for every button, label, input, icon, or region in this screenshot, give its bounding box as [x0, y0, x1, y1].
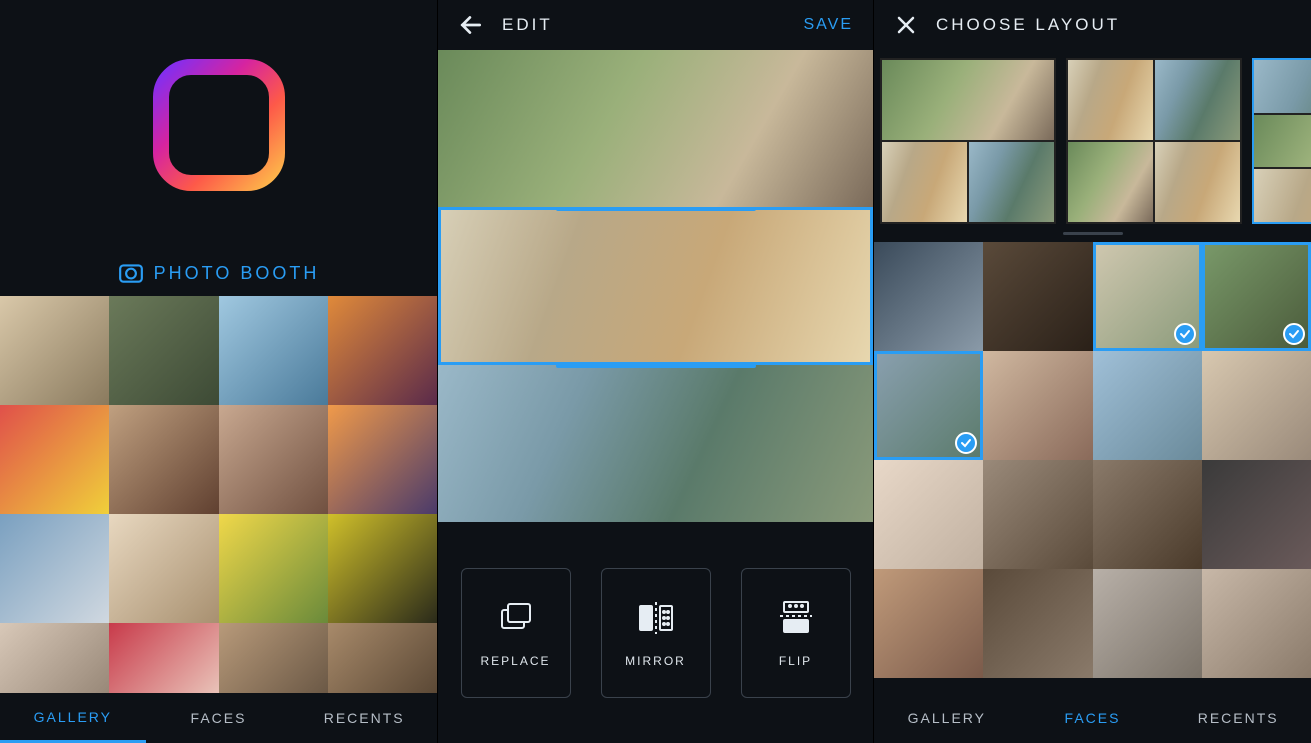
mirror-button[interactable]: MIRROR — [601, 568, 711, 698]
gallery-thumb[interactable] — [0, 405, 109, 514]
layout-app-logo-icon — [149, 55, 289, 195]
faces-thumb[interactable] — [1202, 460, 1311, 569]
faces-thumb[interactable] — [874, 242, 983, 351]
photo-booth-label: PHOTO BOOTH — [154, 263, 320, 284]
tab-gallery-3[interactable]: GALLERY — [874, 693, 1020, 743]
edit-tools: REPLACE MIRROR FLIP — [438, 522, 873, 743]
collage-strip[interactable] — [438, 50, 873, 207]
faces-thumb[interactable] — [1202, 242, 1311, 351]
selected-check-icon — [1283, 323, 1305, 345]
collage-strip[interactable] — [438, 207, 873, 364]
faces-thumb[interactable] — [1093, 460, 1202, 569]
tab-recents[interactable]: RECENTS — [291, 693, 437, 743]
gallery-thumb[interactable] — [219, 514, 328, 623]
mirror-icon — [636, 598, 676, 638]
save-button[interactable]: SAVE — [804, 16, 854, 34]
tab-faces-3[interactable]: FACES — [1020, 693, 1166, 743]
faces-thumb[interactable] — [1202, 569, 1311, 678]
layout-option[interactable] — [1252, 58, 1311, 224]
faces-thumb[interactable] — [874, 569, 983, 678]
panel-home: PHOTO BOOTH GALLERY FACES RECENTS — [0, 0, 437, 743]
gallery-thumb[interactable] — [328, 514, 437, 623]
tab-faces[interactable]: FACES — [146, 693, 292, 743]
layout-title: CHOOSE LAYOUT — [936, 15, 1120, 35]
gallery-thumb[interactable] — [219, 623, 328, 693]
gallery-thumb[interactable] — [219, 405, 328, 514]
faces-thumb[interactable] — [874, 351, 983, 460]
gallery-thumb[interactable] — [328, 296, 437, 405]
close-icon[interactable] — [894, 13, 918, 37]
layout-option[interactable] — [880, 58, 1056, 224]
flip-icon — [776, 598, 816, 638]
gallery-thumb[interactable] — [109, 296, 218, 405]
edit-title: EDIT — [502, 15, 786, 35]
faces-thumb[interactable] — [1093, 569, 1202, 678]
selected-check-icon — [955, 432, 977, 454]
faces-thumb[interactable] — [1202, 351, 1311, 460]
faces-thumb[interactable] — [983, 460, 1092, 569]
collage-strip[interactable] — [438, 365, 873, 522]
layout-header: CHOOSE LAYOUT — [874, 0, 1311, 50]
flip-button[interactable]: FLIP — [741, 568, 851, 698]
gallery-thumb[interactable] — [0, 623, 109, 693]
panel-choose-layout: CHOOSE LAYOUT GALLERY FACES RECENTS — [874, 0, 1311, 743]
gallery-thumb[interactable] — [109, 405, 218, 514]
mirror-label: MIRROR — [625, 654, 686, 668]
tab-recents-3[interactable]: RECENTS — [1165, 693, 1311, 743]
flip-label: FLIP — [779, 654, 812, 668]
resize-handle-2[interactable] — [556, 364, 756, 368]
panel-edit: EDIT SAVE REPLACE MIRROR — [437, 0, 874, 743]
collage-editor[interactable] — [438, 50, 873, 522]
tab-gallery[interactable]: GALLERY — [0, 693, 146, 743]
faces-thumb[interactable] — [983, 242, 1092, 351]
replace-button[interactable]: REPLACE — [461, 568, 571, 698]
gallery-thumb[interactable] — [109, 623, 218, 693]
back-arrow-icon[interactable] — [458, 12, 484, 38]
faces-thumb[interactable] — [983, 351, 1092, 460]
faces-thumb[interactable] — [1093, 242, 1202, 351]
edit-header: EDIT SAVE — [438, 0, 873, 50]
gallery-thumb[interactable] — [0, 514, 109, 623]
faces-thumb[interactable] — [874, 460, 983, 569]
gallery-thumb[interactable] — [219, 296, 328, 405]
gallery-thumb[interactable] — [0, 296, 109, 405]
layout-scroll-indicator — [874, 232, 1311, 238]
panel3-tabs: GALLERY FACES RECENTS — [874, 693, 1311, 743]
panel1-tabs: GALLERY FACES RECENTS — [0, 693, 437, 743]
photo-booth-button[interactable]: PHOTO BOOTH — [0, 250, 437, 296]
faces-grid — [874, 242, 1311, 693]
faces-thumb[interactable] — [983, 569, 1092, 678]
camera-icon — [118, 260, 144, 286]
replace-label: REPLACE — [480, 654, 550, 668]
selected-check-icon — [1174, 323, 1196, 345]
layout-options-strip[interactable] — [874, 50, 1311, 232]
gallery-thumb[interactable] — [328, 623, 437, 693]
gallery-grid — [0, 296, 437, 693]
app-logo-area — [0, 0, 437, 250]
faces-thumb[interactable] — [1093, 351, 1202, 460]
gallery-thumb[interactable] — [328, 405, 437, 514]
resize-handle-1[interactable] — [556, 207, 756, 211]
replace-icon — [496, 598, 536, 638]
layout-option[interactable] — [1066, 58, 1242, 224]
gallery-thumb[interactable] — [109, 514, 218, 623]
